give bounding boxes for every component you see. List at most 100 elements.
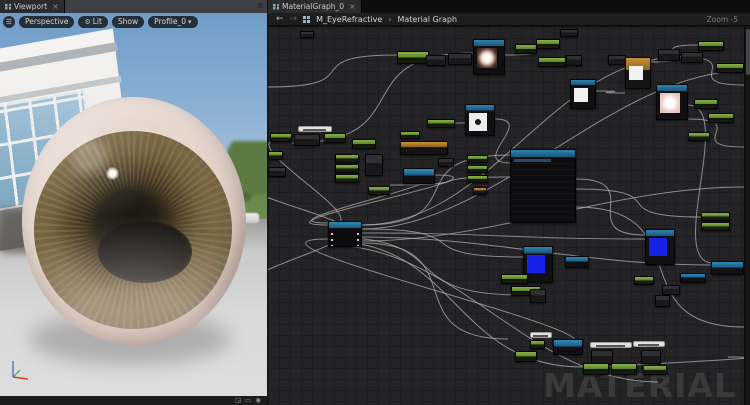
node-caption-label[interactable] (633, 341, 665, 347)
graph-tab-label: MaterialGraph_0 (282, 2, 344, 11)
material-node-param[interactable] (335, 164, 359, 173)
material-node-param[interactable] (335, 174, 359, 183)
material-node-hub[interactable] (328, 221, 362, 247)
material-node-param[interactable] (611, 363, 637, 375)
material-node-param[interactable] (583, 363, 609, 375)
material-node-param[interactable] (716, 63, 744, 73)
material-node-param[interactable] (467, 165, 488, 173)
graph-tabbar: MaterialGraph_0 × (268, 0, 750, 13)
material-node-blue[interactable] (680, 273, 706, 283)
material-node-plain[interactable] (438, 158, 454, 167)
material-node-param[interactable] (698, 41, 724, 51)
texture-preview-blue (649, 238, 667, 256)
maximize-icon[interactable]: ⧉ (258, 2, 263, 11)
material-node-tex[interactable] (465, 104, 495, 136)
hamburger-icon: ☰ (6, 19, 12, 26)
material-node-blue[interactable] (403, 168, 435, 184)
breadcrumb-separator: › (388, 15, 391, 24)
material-node-param[interactable] (427, 119, 455, 128)
viewport-control-icon-3[interactable]: ◉ (255, 397, 261, 404)
node-caption-label[interactable] (530, 332, 552, 338)
material-node-orange[interactable] (625, 57, 651, 89)
viewport-tab-icon (5, 4, 11, 10)
material-node-blue[interactable] (711, 261, 744, 275)
texture-preview-dot (469, 113, 487, 131)
graph-tab-close-icon[interactable]: × (349, 2, 356, 11)
tab-viewport[interactable]: Viewport × (0, 0, 65, 13)
material-node-blue[interactable] (565, 256, 589, 268)
material-node-plain[interactable] (448, 53, 472, 65)
material-node-param[interactable] (352, 139, 376, 149)
graph-canvas[interactable]: MATERIAL (268, 27, 744, 405)
material-node-plain[interactable] (655, 295, 670, 307)
material-node-plain[interactable] (294, 134, 320, 146)
material-node-plain[interactable] (662, 285, 680, 295)
material-node-param[interactable] (694, 99, 718, 109)
zoom-level-indicator: Zoom -5 (707, 15, 742, 24)
profile-dropdown[interactable]: Profile_0 ▾ (148, 16, 197, 28)
material-node-param[interactable] (324, 133, 346, 143)
viewport-titlebar-spacer: ⧉ (65, 0, 267, 13)
material-node-plain[interactable] (608, 55, 626, 65)
material-node-param[interactable] (634, 276, 654, 285)
node-caption-label[interactable] (590, 342, 632, 348)
material-node-param[interactable] (688, 132, 710, 141)
material-node-plain[interactable] (365, 154, 383, 176)
material-node-param[interactable] (643, 365, 667, 375)
material-node-tex[interactable] (645, 229, 675, 265)
material-node-param[interactable] (400, 131, 420, 139)
breadcrumb-root[interactable]: M_EyeRefractive (316, 15, 382, 24)
material-node-param[interactable] (530, 340, 545, 349)
material-node-param[interactable] (368, 186, 390, 195)
material-node-tex[interactable] (570, 79, 596, 109)
material-node-param[interactable] (515, 351, 537, 362)
material-node-orangeW[interactable] (400, 141, 448, 155)
back-arrow-icon[interactable]: ← (276, 14, 284, 24)
forward-arrow-icon[interactable]: → (290, 14, 298, 24)
viewport-3d-scene[interactable]: ☰ Perspective ⚙ Lit Show Profile_0 ▾ (0, 13, 267, 396)
material-node-func[interactable] (510, 149, 576, 223)
material-node-param[interactable] (335, 154, 359, 163)
material-node-orange[interactable] (473, 187, 487, 195)
lit-mode-button[interactable]: ⚙ Lit (78, 16, 107, 28)
material-node-plain[interactable] (300, 31, 314, 38)
material-node-param[interactable] (270, 133, 292, 142)
material-node-plain[interactable] (591, 350, 613, 364)
material-node-tex[interactable] (656, 84, 688, 120)
material-node-param[interactable] (536, 39, 560, 49)
node-caption-label[interactable] (298, 126, 332, 132)
material-node-plain[interactable] (426, 55, 446, 66)
viewport-menu-button[interactable]: ☰ (3, 16, 15, 28)
graph-vertical-scrollbar (744, 27, 750, 405)
viewport-control-icon-1[interactable]: ◲ (235, 397, 241, 404)
material-node-param[interactable] (467, 175, 488, 183)
material-node-plain[interactable] (681, 52, 703, 63)
material-node-plain[interactable] (566, 55, 582, 66)
viewport-control-icon-2[interactable]: ▭ (245, 397, 251, 404)
breadcrumb-current[interactable]: Material Graph (397, 15, 457, 24)
viewport-tab-close-icon[interactable]: × (52, 2, 59, 11)
material-node-plain[interactable] (560, 29, 578, 37)
material-node-param[interactable] (515, 44, 537, 54)
material-node-param[interactable] (701, 212, 730, 221)
material-node-param[interactable] (538, 57, 566, 67)
material-node-tex[interactable] (473, 39, 505, 75)
material-node-plain[interactable] (658, 49, 680, 61)
scrollbar-thumb[interactable] (746, 29, 750, 75)
perspective-button[interactable]: Perspective (19, 16, 74, 28)
material-node-param[interactable] (467, 155, 488, 163)
tab-materialgraph[interactable]: MaterialGraph_0 × (268, 0, 362, 13)
material-node-param[interactable] (701, 222, 730, 231)
material-node-blue[interactable] (553, 339, 583, 355)
viewport-tabbar: Viewport × ⧉ (0, 0, 267, 13)
material-node-plain[interactable] (530, 289, 546, 303)
material-node-param[interactable] (708, 113, 734, 123)
material-node-plain[interactable] (641, 350, 661, 364)
material-node-param[interactable] (397, 51, 429, 64)
show-button[interactable]: Show (112, 16, 144, 28)
graph-grid-icon (303, 16, 310, 23)
material-node-param[interactable] (268, 151, 283, 160)
specular-highlight (106, 167, 119, 180)
material-node-param[interactable] (501, 274, 528, 284)
material-node-plain[interactable] (268, 167, 286, 177)
